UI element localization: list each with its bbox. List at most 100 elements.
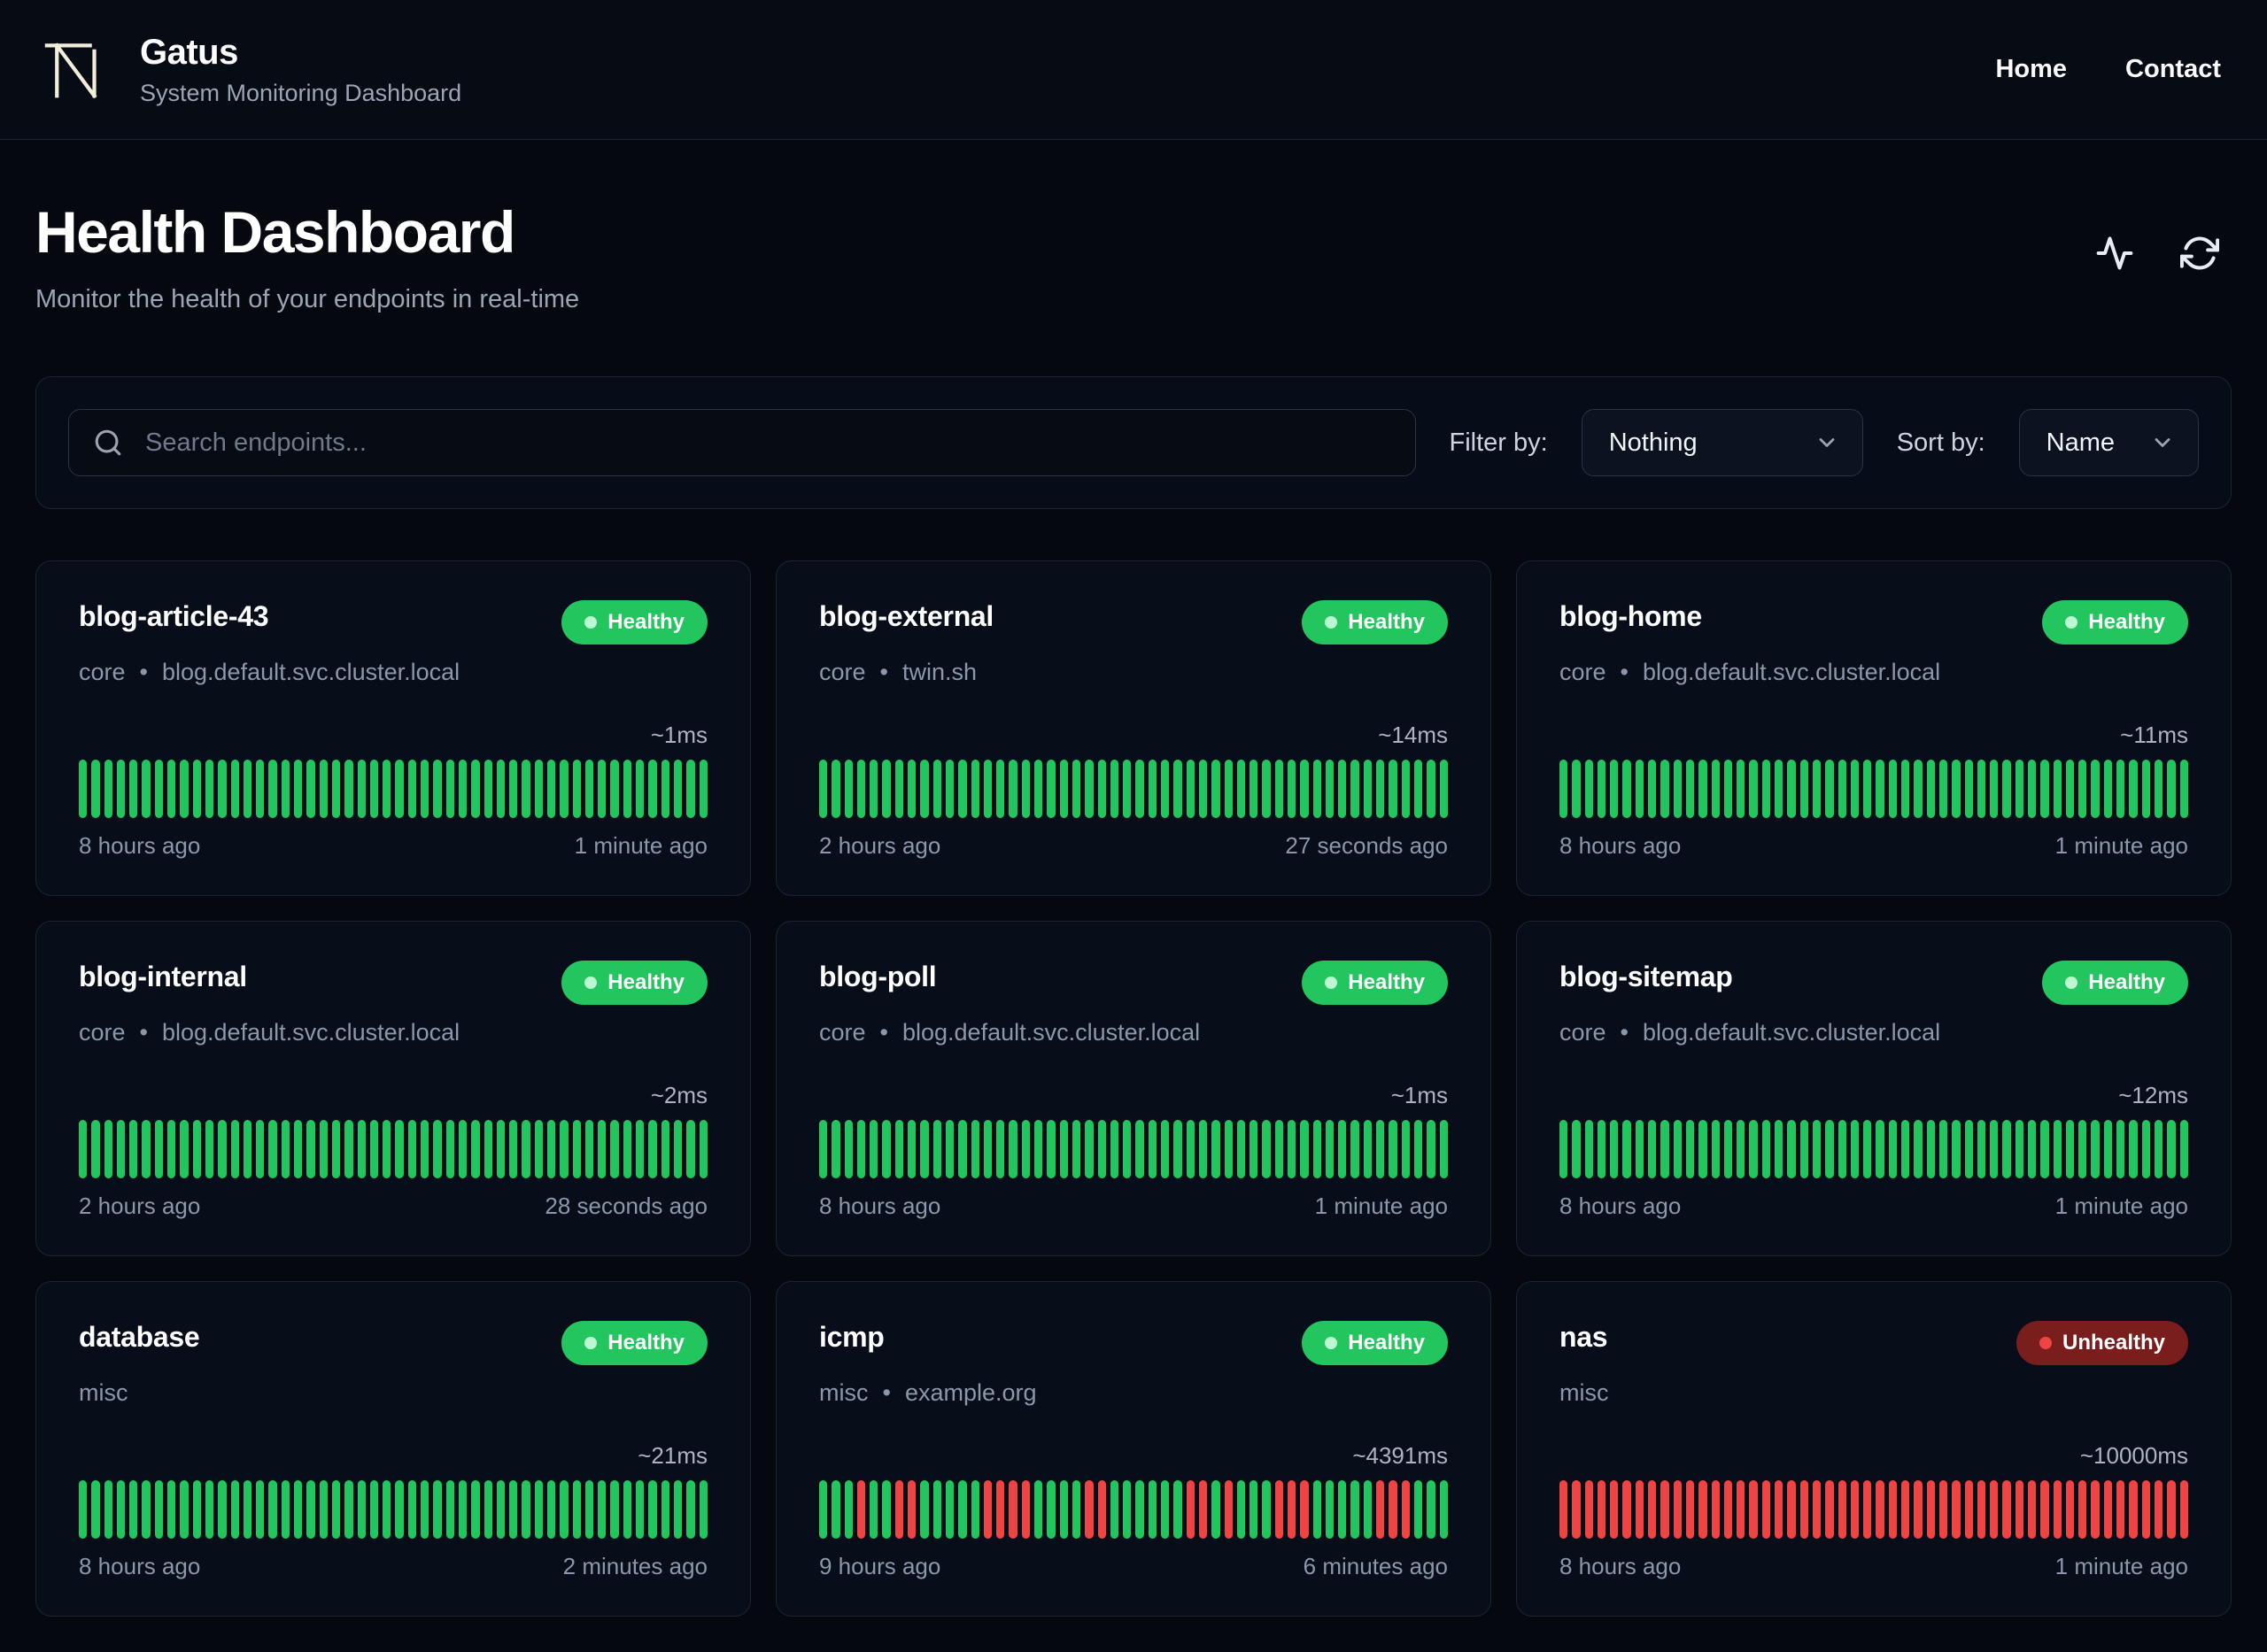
status-bar[interactable] bbox=[1711, 1120, 1720, 1178]
status-bar[interactable] bbox=[2002, 1480, 2011, 1539]
status-bar[interactable] bbox=[2129, 760, 2138, 818]
status-bar[interactable] bbox=[623, 1480, 632, 1539]
status-bar[interactable] bbox=[1224, 1120, 1233, 1178]
status-bar[interactable] bbox=[180, 1480, 189, 1539]
status-bar[interactable] bbox=[546, 1120, 556, 1178]
status-bar[interactable] bbox=[856, 1480, 866, 1539]
status-bar[interactable] bbox=[1135, 1120, 1144, 1178]
status-bar[interactable] bbox=[1401, 760, 1410, 818]
status-bar[interactable] bbox=[1938, 760, 1948, 818]
status-bar[interactable] bbox=[2129, 1120, 2138, 1178]
endpoint-card[interactable]: blog-article-43 Healthy core • blog.defa… bbox=[35, 560, 751, 896]
status-bar[interactable] bbox=[1034, 1120, 1043, 1178]
status-bar[interactable] bbox=[218, 1480, 227, 1539]
uptime-bars[interactable] bbox=[1559, 760, 2188, 818]
status-bar[interactable] bbox=[2103, 760, 2113, 818]
status-bar[interactable] bbox=[1401, 1480, 1410, 1539]
status-bar[interactable] bbox=[142, 760, 151, 818]
status-bar[interactable] bbox=[1685, 1480, 1695, 1539]
status-bar[interactable] bbox=[844, 1120, 853, 1178]
status-bar[interactable] bbox=[509, 760, 518, 818]
status-bar[interactable] bbox=[686, 1480, 695, 1539]
status-bar[interactable] bbox=[1723, 1480, 1733, 1539]
status-bar[interactable] bbox=[572, 1120, 581, 1178]
status-bar[interactable] bbox=[2053, 760, 2062, 818]
status-bar[interactable] bbox=[1685, 1120, 1695, 1178]
status-bar[interactable] bbox=[445, 1120, 454, 1178]
status-bar[interactable] bbox=[407, 1480, 417, 1539]
status-bar[interactable] bbox=[996, 760, 1005, 818]
status-bar[interactable] bbox=[920, 1480, 929, 1539]
status-bar[interactable] bbox=[243, 1120, 252, 1178]
status-bar[interactable] bbox=[584, 1480, 594, 1539]
status-bar[interactable] bbox=[433, 1480, 442, 1539]
status-bar[interactable] bbox=[1964, 1120, 1973, 1178]
status-bar[interactable] bbox=[522, 1480, 530, 1539]
status-bar[interactable] bbox=[129, 1120, 138, 1178]
status-bar[interactable] bbox=[496, 760, 506, 818]
status-bar[interactable] bbox=[192, 1120, 201, 1178]
status-bar[interactable] bbox=[1787, 1480, 1796, 1539]
status-bar[interactable] bbox=[484, 1120, 492, 1178]
status-bar[interactable] bbox=[1660, 1480, 1669, 1539]
status-bar[interactable] bbox=[1211, 1480, 1220, 1539]
status-bar[interactable] bbox=[1059, 760, 1068, 818]
status-bar[interactable] bbox=[1673, 760, 1682, 818]
status-bar[interactable] bbox=[218, 760, 227, 818]
status-bar[interactable] bbox=[870, 1120, 878, 1178]
uptime-bars[interactable] bbox=[79, 1480, 708, 1539]
status-bar[interactable] bbox=[546, 1480, 556, 1539]
status-bar[interactable] bbox=[686, 1120, 695, 1178]
status-bar[interactable] bbox=[699, 760, 708, 818]
status-bar[interactable] bbox=[1021, 760, 1031, 818]
status-bar[interactable] bbox=[2141, 1120, 2150, 1178]
status-bar[interactable] bbox=[673, 760, 683, 818]
refresh-icon[interactable] bbox=[2180, 234, 2219, 273]
status-bar[interactable] bbox=[2065, 760, 2075, 818]
status-bar[interactable] bbox=[1376, 1480, 1385, 1539]
status-bar[interactable] bbox=[496, 1120, 506, 1178]
status-bar[interactable] bbox=[1250, 1120, 1258, 1178]
status-bar[interactable] bbox=[1059, 1480, 1068, 1539]
status-bar[interactable] bbox=[1413, 760, 1423, 818]
status-bar[interactable] bbox=[1876, 760, 1884, 818]
status-bar[interactable] bbox=[1622, 1120, 1631, 1178]
status-bar[interactable] bbox=[832, 1120, 840, 1178]
status-bar[interactable] bbox=[116, 1480, 126, 1539]
status-bar[interactable] bbox=[1901, 760, 1910, 818]
status-bar[interactable] bbox=[1034, 1480, 1043, 1539]
status-bar[interactable] bbox=[509, 1120, 518, 1178]
status-bar[interactable] bbox=[1224, 760, 1233, 818]
status-bar[interactable] bbox=[1863, 1120, 1872, 1178]
status-bar[interactable] bbox=[1850, 1480, 1860, 1539]
status-bar[interactable] bbox=[421, 1120, 429, 1178]
status-bar[interactable] bbox=[1559, 1120, 1568, 1178]
status-bar[interactable] bbox=[1711, 760, 1720, 818]
status-bar[interactable] bbox=[1211, 760, 1220, 818]
status-bar[interactable] bbox=[661, 760, 669, 818]
status-bar[interactable] bbox=[819, 1120, 828, 1178]
status-bar[interactable] bbox=[534, 1480, 543, 1539]
status-bar[interactable] bbox=[1914, 1480, 1923, 1539]
status-bar[interactable] bbox=[1363, 1120, 1373, 1178]
status-bar[interactable] bbox=[1312, 1480, 1321, 1539]
status-bar[interactable] bbox=[1775, 1120, 1783, 1178]
status-bar[interactable] bbox=[661, 1480, 669, 1539]
status-bar[interactable] bbox=[91, 760, 100, 818]
status-bar[interactable] bbox=[1401, 1120, 1410, 1178]
status-bar[interactable] bbox=[2179, 760, 2188, 818]
status-bar[interactable] bbox=[383, 1480, 391, 1539]
endpoint-card[interactable]: nas Unhealthy misc ~10000ms 8 hours ago … bbox=[1516, 1281, 2232, 1617]
status-bar[interactable] bbox=[154, 1120, 164, 1178]
status-bar[interactable] bbox=[648, 760, 657, 818]
status-bar[interactable] bbox=[1413, 1120, 1423, 1178]
status-bar[interactable] bbox=[2027, 760, 2037, 818]
status-bar[interactable] bbox=[958, 1480, 967, 1539]
status-bar[interactable] bbox=[1572, 760, 1581, 818]
status-bar[interactable] bbox=[1312, 760, 1321, 818]
status-bar[interactable] bbox=[1274, 1120, 1283, 1178]
status-bar[interactable] bbox=[496, 1480, 506, 1539]
status-bar[interactable] bbox=[433, 760, 442, 818]
status-bar[interactable] bbox=[1262, 1120, 1271, 1178]
endpoint-card[interactable]: blog-poll Healthy core • blog.default.sv… bbox=[776, 921, 1491, 1256]
